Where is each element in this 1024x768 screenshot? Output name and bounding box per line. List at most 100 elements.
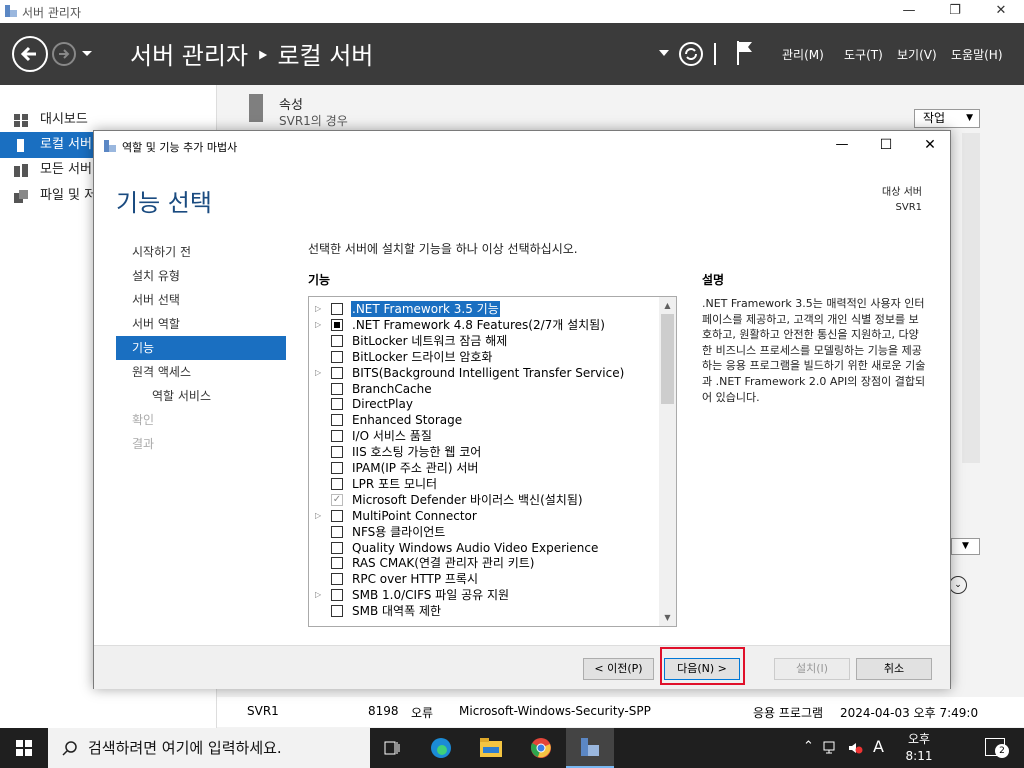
feature-row[interactable]: ▷ .NET Framework 3.5 기능 xyxy=(309,301,659,317)
feature-row[interactable]: ▷ .NET Framework 4.8 Features(2/7개 설치됨) xyxy=(309,317,659,333)
feature-checkbox[interactable] xyxy=(331,303,343,315)
feature-checkbox[interactable] xyxy=(331,509,343,522)
feature-row[interactable]: ▷ MultiPoint Connector xyxy=(309,508,659,524)
feature-checkbox[interactable] xyxy=(331,573,343,586)
minimize-button[interactable]: — xyxy=(886,0,932,23)
feature-row[interactable]: Enhanced Storage xyxy=(309,412,659,428)
features-scrollbar[interactable]: ▲ ▼ xyxy=(659,297,676,626)
expand-arrow-icon[interactable]: ▷ xyxy=(315,587,321,603)
network-icon[interactable] xyxy=(823,740,839,756)
step-server-selection[interactable]: 서버 선택 xyxy=(116,288,286,312)
expand-arrow-icon[interactable]: ▷ xyxy=(315,508,321,524)
step-role-services[interactable]: 역할 서비스 xyxy=(116,384,286,408)
step-remote-access[interactable]: 원격 액세스 xyxy=(116,360,286,384)
task-view-icon[interactable] xyxy=(383,739,401,757)
description-text: .NET Framework 3.5는 매력적인 사용자 인터페이스를 제공하고… xyxy=(702,297,926,404)
taskbar: 검색하려면 여기에 입력하세요. ⌃ A 오후 8:11 2024-04-03 … xyxy=(0,728,1024,768)
feature-row[interactable]: BitLocker 드라이브 암호화 xyxy=(309,349,659,365)
back-arrow-icon xyxy=(20,46,36,62)
feature-row[interactable]: LPR 포트 모니터 xyxy=(309,476,659,492)
notification-center-icon[interactable]: 2 xyxy=(985,738,1009,758)
feature-row[interactable]: ▷ BITS(Background Intelligent Transfer Se… xyxy=(309,365,659,381)
taskbar-server-manager[interactable] xyxy=(566,728,614,768)
expand-arrow-icon[interactable]: ▷ xyxy=(315,365,321,381)
wizard-minimize-button[interactable]: — xyxy=(828,131,856,161)
dashboard-icon xyxy=(14,114,28,127)
step-installation-type[interactable]: 설치 유형 xyxy=(116,264,286,288)
feature-checkbox[interactable] xyxy=(331,398,343,411)
expand-arrow-icon[interactable]: ▷ xyxy=(315,301,321,317)
volume-muted-icon[interactable] xyxy=(847,740,863,756)
feature-checkbox[interactable] xyxy=(331,525,343,538)
feature-row[interactable]: ✓ Microsoft Defender 바이러스 백신(설치됨) xyxy=(309,492,659,508)
tray-overflow-icon[interactable]: ⌃ xyxy=(803,739,814,754)
properties-scrollbar[interactable] xyxy=(962,133,980,463)
maximize-button[interactable]: ❐ xyxy=(932,0,978,23)
feature-row[interactable]: IIS 호스팅 가능한 웹 코어 xyxy=(309,444,659,460)
wizard-close-button[interactable]: ✕ xyxy=(916,131,944,161)
feature-checkbox[interactable] xyxy=(331,318,343,331)
expand-section-icon[interactable]: ⌄ xyxy=(949,576,967,594)
feature-checkbox[interactable] xyxy=(331,350,343,363)
menu-view[interactable]: 보기(V) xyxy=(897,46,937,63)
feature-checkbox[interactable] xyxy=(331,462,343,474)
previous-button[interactable]: < 이전(P) xyxy=(583,658,654,680)
expand-arrow-icon[interactable]: ▷ xyxy=(315,317,321,333)
events-tasks-dropdown[interactable]: ▼ xyxy=(951,538,980,555)
menu-help[interactable]: 도움말(H) xyxy=(951,46,1003,63)
scroll-thumb[interactable] xyxy=(661,314,674,404)
feature-row[interactable]: NFS용 클라이언트 xyxy=(309,524,659,540)
feature-row[interactable]: BitLocker 네트워크 잠금 해제 xyxy=(309,333,659,349)
step-features[interactable]: 기능 xyxy=(116,336,286,360)
feature-checkbox[interactable] xyxy=(331,541,343,554)
close-button[interactable]: ✕ xyxy=(978,0,1024,23)
cancel-button[interactable]: 취소 xyxy=(856,658,932,680)
menu-manage[interactable]: 관리(M) xyxy=(782,46,824,63)
clock[interactable]: 오후 8:11 2024-04-03 xyxy=(893,731,945,768)
taskbar-search[interactable]: 검색하려면 여기에 입력하세요. xyxy=(48,728,370,768)
step-server-roles[interactable]: 서버 역할 xyxy=(116,312,286,336)
feature-row[interactable]: ▷ SMB 1.0/CIFS 파일 공유 지원 xyxy=(309,587,659,603)
wizard-maximize-button[interactable]: ☐ xyxy=(872,131,900,161)
feature-checkbox[interactable] xyxy=(331,446,343,459)
wizard-titlebar: 역할 및 기능 추가 마법사 — ☐ ✕ xyxy=(94,131,950,161)
feature-checkbox[interactable] xyxy=(331,414,343,427)
chrome-icon[interactable] xyxy=(530,737,552,759)
feature-checkbox: ✓ xyxy=(331,493,343,506)
event-table-row[interactable]: SVR1 8198 오류 Microsoft-Windows-Security-… xyxy=(217,697,1024,727)
history-dropdown-icon[interactable] xyxy=(81,50,93,58)
feature-checkbox[interactable] xyxy=(331,557,343,570)
tasks-dropdown-arrow-icon: ▼ xyxy=(966,113,973,123)
features-tree[interactable]: ▷ .NET Framework 3.5 기능 ▷ .NET Framework 4.… xyxy=(308,296,677,627)
step-before-you-begin[interactable]: 시작하기 전 xyxy=(116,240,286,264)
dropdown-arrow-icon[interactable] xyxy=(659,50,669,57)
feature-checkbox[interactable] xyxy=(331,589,343,602)
scroll-down-icon[interactable]: ▼ xyxy=(659,609,676,626)
feature-checkbox[interactable] xyxy=(331,430,343,443)
feature-checkbox[interactable] xyxy=(331,477,343,490)
feature-row[interactable]: DirectPlay xyxy=(309,396,659,412)
feature-checkbox[interactable] xyxy=(331,382,343,395)
feature-checkbox[interactable] xyxy=(331,605,343,618)
menu-tools[interactable]: 도구(T) xyxy=(844,46,883,63)
refresh-icon[interactable] xyxy=(678,41,704,67)
feature-checkbox[interactable] xyxy=(331,366,343,379)
file-explorer-icon[interactable] xyxy=(480,738,502,758)
forward-button[interactable] xyxy=(52,42,76,66)
feature-row[interactable]: RAS CMAK(연결 관리자 관리 키트) xyxy=(309,555,659,571)
feature-row[interactable]: RPC over HTTP 프록시 xyxy=(309,571,659,587)
target-server: 대상 서버 SVR1 xyxy=(882,185,922,215)
notification-flag-icon[interactable] xyxy=(735,40,755,66)
edge-icon[interactable] xyxy=(430,737,452,759)
tasks-dropdown[interactable]: 작업 ▼ xyxy=(914,109,980,128)
feature-row[interactable]: IPAM(IP 주소 관리) 서버 xyxy=(309,460,659,476)
scroll-up-icon[interactable]: ▲ xyxy=(659,297,676,314)
feature-row[interactable]: BranchCache xyxy=(309,381,659,397)
back-button[interactable] xyxy=(12,36,48,72)
feature-row[interactable]: SMB 대역폭 제한 xyxy=(309,603,659,619)
feature-row[interactable]: I/O 서비스 품질 xyxy=(309,428,659,444)
ime-indicator[interactable]: A xyxy=(873,737,884,756)
windows-start-icon[interactable] xyxy=(16,740,32,756)
feature-row[interactable]: Quality Windows Audio Video Experience xyxy=(309,540,659,556)
feature-checkbox[interactable] xyxy=(331,334,343,347)
